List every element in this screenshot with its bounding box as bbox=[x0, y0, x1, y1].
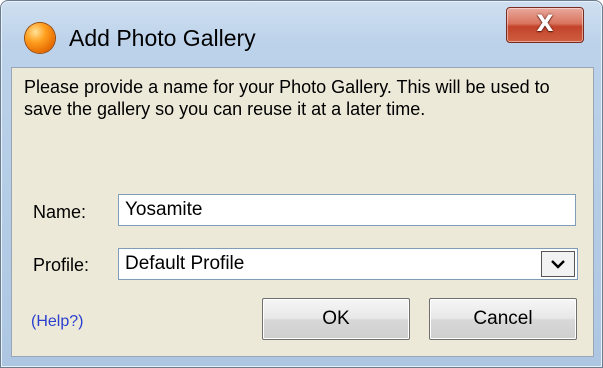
instruction-text: Please provide a name for your Photo Gal… bbox=[24, 77, 550, 119]
dropdown-button[interactable] bbox=[541, 251, 575, 277]
name-label: Name: bbox=[33, 202, 87, 222]
ok-button[interactable]: OK bbox=[262, 298, 410, 340]
chevron-down-icon bbox=[551, 260, 565, 269]
add-photo-gallery-dialog: Add Photo Gallery X Please provide a nam… bbox=[0, 0, 603, 368]
cancel-button[interactable]: Cancel bbox=[429, 298, 577, 340]
profile-select[interactable]: Default Profile bbox=[118, 248, 578, 280]
title-bar[interactable]: Add Photo Gallery X bbox=[1, 1, 602, 67]
profile-label: Profile: bbox=[33, 255, 90, 275]
profile-selected-value: Default Profile bbox=[125, 253, 245, 274]
name-input[interactable] bbox=[118, 194, 576, 226]
orange-sphere-icon bbox=[25, 23, 55, 53]
help-link[interactable]: (Help?) bbox=[31, 312, 83, 332]
close-icon: X bbox=[536, 12, 554, 37]
dialog-body: Please provide a name for your Photo Gal… bbox=[11, 67, 594, 357]
close-button[interactable]: X bbox=[506, 7, 584, 43]
window-title: Add Photo Gallery bbox=[69, 25, 256, 51]
